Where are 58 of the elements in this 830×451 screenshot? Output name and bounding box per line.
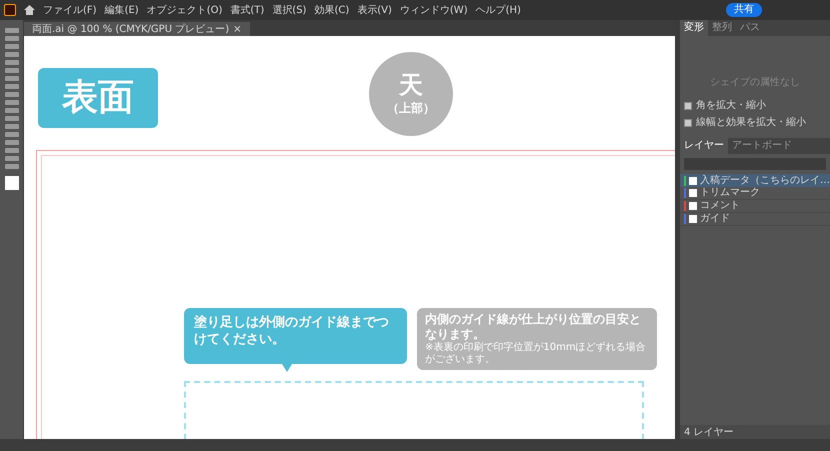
layer-count: 4 レイヤー	[684, 426, 734, 440]
tool-icon[interactable]	[4, 52, 18, 57]
note-text: 内側のガイド線が仕上がり位置の目安となります。	[425, 312, 642, 342]
menu-item[interactable]: ウィンドウ(W)	[400, 2, 468, 18]
layer-name: ガイド	[700, 213, 730, 225]
tool-icon[interactable]	[4, 44, 18, 49]
tool-icon[interactable]	[4, 92, 18, 97]
menu-item[interactable]: 表示(V)	[357, 2, 392, 18]
tool-icon[interactable]	[4, 116, 18, 121]
tool-icon[interactable]	[4, 140, 18, 145]
callout-text: 塗り足しは外側のガイド線までつけてください。	[194, 315, 389, 347]
panel-tab[interactable]: アートボード	[728, 138, 796, 154]
tool-icon[interactable]	[4, 132, 18, 137]
checkbox[interactable]	[684, 102, 692, 110]
layer-row[interactable]: コメント	[680, 200, 830, 213]
layer-row[interactable]: 入稿データ（こちらのレイ…	[680, 174, 830, 187]
option-label: 線幅と効果を拡大・縮小	[696, 116, 806, 130]
tool-icon[interactable]	[4, 68, 18, 73]
share-button[interactable]: 共有	[726, 3, 762, 17]
panel-tab[interactable]: 変形	[680, 20, 708, 36]
tool-icon[interactable]	[4, 76, 18, 81]
tool-icon[interactable]	[4, 60, 18, 65]
layer-row[interactable]: トリムマーク	[680, 187, 830, 200]
document-tab[interactable]: 両面.ai @ 100 % (CMYK/GPU プレビュー) ×	[24, 22, 250, 36]
tool-icon[interactable]	[4, 100, 18, 105]
tool-icon[interactable]	[4, 84, 18, 89]
panel-tab[interactable]: レイヤー	[680, 138, 728, 154]
fill-swatch[interactable]	[4, 176, 18, 190]
note-caption: ※表裏の印刷で印字位置が10mmほどずれる場合がございます。	[425, 342, 647, 366]
menu-item[interactable]: ファイル(F)	[43, 2, 97, 18]
tool-icon[interactable]	[4, 124, 18, 129]
tool-icon[interactable]	[4, 28, 18, 33]
menu-item[interactable]: 効果(C)	[314, 2, 350, 18]
tool-icon[interactable]	[4, 108, 18, 113]
tool-icon[interactable]	[4, 148, 18, 153]
top-marker-title: 天	[399, 71, 423, 99]
option-label: 角を拡大・縮小	[696, 98, 766, 113]
layer-row[interactable]: ガイド	[680, 213, 830, 226]
menu-item[interactable]: 編集(E)	[104, 2, 139, 18]
menu-item[interactable]: オブジェクト(O)	[146, 2, 222, 18]
menu-item[interactable]: ヘルプ(H)	[476, 2, 521, 18]
tool-icon[interactable]	[4, 164, 18, 169]
app-icon[interactable]	[4, 4, 16, 16]
home-icon[interactable]	[24, 5, 35, 15]
layer-name: コメント	[700, 200, 740, 212]
document-tab-title: 両面.ai @ 100 % (CMYK/GPU プレビュー)	[32, 22, 230, 36]
layer-name: トリムマーク	[700, 187, 760, 199]
menu-item[interactable]: 選択(S)	[272, 2, 306, 18]
panel-tab[interactable]: パス	[736, 20, 764, 36]
layer-name: 入稿データ（こちらのレイ…	[700, 174, 830, 186]
tool-icon[interactable]	[4, 36, 18, 41]
tool-icon[interactable]	[4, 156, 18, 161]
menu-item[interactable]: 書式(T)	[230, 2, 264, 18]
side-badge: 表面	[38, 68, 158, 128]
top-marker-subtitle: （上部）	[387, 100, 435, 117]
close-icon[interactable]: ×	[233, 22, 242, 36]
panel-tab[interactable]: 整列	[708, 20, 736, 36]
checkbox[interactable]	[684, 118, 692, 126]
